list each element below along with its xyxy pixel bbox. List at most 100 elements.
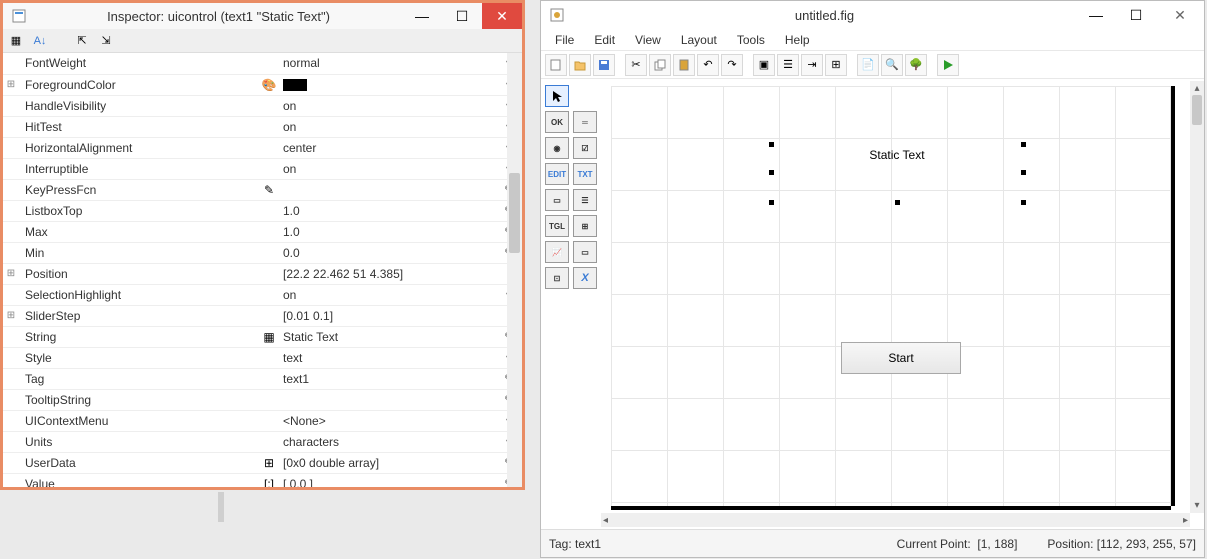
property-row[interactable]: String▦Static Text✎: [3, 326, 518, 347]
palette-popupmenu[interactable]: ▭: [545, 189, 569, 211]
property-value[interactable]: 1.0: [279, 221, 500, 242]
categorize-icon[interactable]: ▦: [7, 32, 25, 50]
sort-az-icon[interactable]: A↓: [31, 32, 49, 50]
redo-icon[interactable]: ↷: [721, 54, 743, 76]
property-row[interactable]: TooltipString✎: [3, 389, 518, 410]
property-value[interactable]: on: [279, 116, 500, 137]
palette-pushbutton[interactable]: OK: [545, 111, 569, 133]
resize-handle-ne[interactable]: [1021, 142, 1026, 147]
maximize-button[interactable]: ☐: [442, 3, 482, 29]
property-row[interactable]: Unitscharacters▾: [3, 431, 518, 452]
resize-handle-w[interactable]: [769, 170, 774, 175]
canvas-scrollbar-horizontal[interactable]: ◂▸: [601, 513, 1190, 527]
canvas-scrollbar-vertical[interactable]: ▴▾: [1190, 81, 1204, 513]
property-value[interactable]: on: [279, 95, 500, 116]
property-row[interactable]: SelectionHighlighton▾: [3, 284, 518, 305]
property-value[interactable]: <None>: [279, 410, 500, 431]
property-row[interactable]: FontWeightnormal▾: [3, 53, 518, 74]
scrollbar-vertical[interactable]: [507, 53, 522, 487]
save-icon[interactable]: [593, 54, 615, 76]
figure-titlebar[interactable]: untitled.fig — ☐ ✕: [541, 1, 1204, 29]
property-value[interactable]: on: [279, 284, 500, 305]
property-value[interactable]: [279, 74, 500, 95]
property-row[interactable]: Styletext▾: [3, 347, 518, 368]
property-inspector-icon[interactable]: 🔍: [881, 54, 903, 76]
property-row[interactable]: UIContextMenu<None>▾: [3, 410, 518, 431]
property-row[interactable]: KeyPressFcn✎✎: [3, 179, 518, 200]
property-row[interactable]: Value[:][ 0.0 ]✎: [3, 473, 518, 487]
palette-listbox[interactable]: ☰: [573, 189, 597, 211]
undo-icon[interactable]: ↶: [697, 54, 719, 76]
palette-axes[interactable]: 📈: [545, 241, 569, 263]
property-type-icon[interactable]: 🎨: [259, 74, 279, 95]
property-value[interactable]: [ 0.0 ]: [279, 473, 500, 487]
property-row[interactable]: Max1.0✎: [3, 221, 518, 242]
copy-icon[interactable]: [649, 54, 671, 76]
property-row[interactable]: Interruptibleon▾: [3, 158, 518, 179]
palette-panel[interactable]: ▭: [573, 241, 597, 263]
palette-select-tool[interactable]: [545, 85, 569, 107]
property-type-icon[interactable]: ✎: [259, 179, 279, 200]
minimize-button[interactable]: —: [402, 3, 442, 29]
expand-toggle[interactable]: ⊞: [3, 305, 19, 326]
palette-edit[interactable]: EDIT: [545, 163, 569, 185]
tab-order-icon[interactable]: ⇥: [801, 54, 823, 76]
static-text-control[interactable]: Static Text: [771, 144, 1023, 204]
property-value[interactable]: text1: [279, 368, 500, 389]
property-value[interactable]: [0x0 double array]: [279, 452, 500, 473]
property-row[interactable]: ListboxTop1.0✎: [3, 200, 518, 221]
property-value[interactable]: center: [279, 137, 500, 158]
collapse-icon[interactable]: ⇲: [97, 32, 115, 50]
resize-handle-sw[interactable]: [769, 200, 774, 205]
property-type-icon[interactable]: [:]: [259, 473, 279, 487]
start-button[interactable]: Start: [841, 342, 961, 374]
property-value[interactable]: 1.0: [279, 200, 500, 221]
menu-layout[interactable]: Layout: [673, 31, 725, 49]
scrollbar-thumb[interactable]: [509, 173, 520, 253]
menu-tools[interactable]: Tools: [729, 31, 773, 49]
property-row[interactable]: HorizontalAlignmentcenter▾: [3, 137, 518, 158]
object-browser-icon[interactable]: 🌳: [905, 54, 927, 76]
paste-icon[interactable]: [673, 54, 695, 76]
expand-toggle[interactable]: ⊞: [3, 263, 19, 284]
scrollbar-thumb[interactable]: [1192, 95, 1202, 125]
palette-activex[interactable]: X: [573, 267, 597, 289]
menu-help[interactable]: Help: [777, 31, 818, 49]
palette-checkbox[interactable]: ☑: [573, 137, 597, 159]
cut-icon[interactable]: ✂: [625, 54, 647, 76]
close-button[interactable]: ✕: [482, 3, 522, 29]
palette-buttongroup[interactable]: ⊡: [545, 267, 569, 289]
palette-text[interactable]: TXT: [573, 163, 597, 185]
fig-close-button[interactable]: ✕: [1156, 2, 1204, 28]
run-icon[interactable]: [937, 54, 959, 76]
resize-handle-s[interactable]: [895, 200, 900, 205]
property-row[interactable]: ⊞SliderStep[0.01 0.1]: [3, 305, 518, 326]
resize-handle-nw[interactable]: [769, 142, 774, 147]
property-row[interactable]: Min0.0✎: [3, 242, 518, 263]
property-value[interactable]: Static Text: [279, 326, 500, 347]
menu-edit[interactable]: Edit: [586, 31, 623, 49]
property-row[interactable]: HandleVisibilityon▾: [3, 95, 518, 116]
menu-editor-icon[interactable]: ☰: [777, 54, 799, 76]
property-type-icon[interactable]: ⊞: [259, 452, 279, 473]
menu-file[interactable]: File: [547, 31, 582, 49]
fig-minimize-button[interactable]: —: [1076, 2, 1116, 28]
property-value[interactable]: normal: [279, 53, 500, 74]
property-value[interactable]: [22.2 22.462 51 4.385]: [279, 263, 500, 284]
palette-slider[interactable]: ═: [573, 111, 597, 133]
figure-canvas[interactable]: Static Text Start: [611, 86, 1171, 506]
new-icon[interactable]: [545, 54, 567, 76]
property-type-icon[interactable]: ▦: [259, 326, 279, 347]
resize-handle-e[interactable]: [1021, 170, 1026, 175]
property-row[interactable]: HitTeston▾: [3, 116, 518, 137]
property-value[interactable]: [0.01 0.1]: [279, 305, 500, 326]
property-row[interactable]: UserData⊞[0x0 double array]✎: [3, 452, 518, 473]
property-value[interactable]: on: [279, 158, 500, 179]
menu-view[interactable]: View: [627, 31, 669, 49]
expand-toggle[interactable]: ⊞: [3, 74, 19, 95]
property-value[interactable]: [279, 179, 500, 200]
mfile-editor-icon[interactable]: 📄: [857, 54, 879, 76]
inspector-titlebar[interactable]: Inspector: uicontrol (text1 "Static Text…: [3, 3, 522, 29]
palette-radiobutton[interactable]: ◉: [545, 137, 569, 159]
resize-handle-se[interactable]: [1021, 200, 1026, 205]
